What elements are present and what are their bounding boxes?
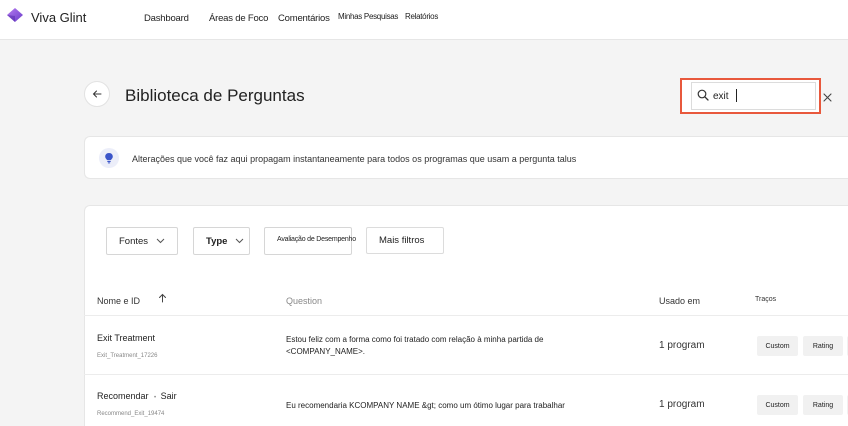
column-header-question: Question	[286, 296, 323, 306]
row-used-in[interactable]: 1 program	[659, 399, 705, 410]
row-question-name-suffix: Sair	[160, 391, 177, 401]
row-question-text-line1: Estou feliz com a forma como foi tratado…	[286, 335, 544, 344]
page-title: Biblioteca de Perguntas	[125, 86, 305, 105]
search-input[interactable]	[713, 87, 803, 105]
filter-type[interactable]: Type	[193, 227, 250, 255]
row-used-in[interactable]: 1 program	[659, 340, 705, 351]
close-icon	[823, 93, 832, 102]
nav-my-surveys[interactable]: Minhas Pesquisas	[338, 12, 398, 21]
nav-focus-areas[interactable]: Áreas de Foco	[209, 13, 268, 24]
more-filters-button[interactable]: Mais filtros	[366, 227, 444, 254]
row-divider	[84, 315, 848, 316]
sort-ascending-icon[interactable]	[158, 293, 167, 303]
search-icon	[697, 89, 709, 101]
nav-comments[interactable]: Comentários	[278, 13, 330, 24]
column-header-used: Usado em	[659, 296, 701, 306]
dot-separator-icon: •	[154, 395, 157, 401]
trait-tag-custom: Custom	[757, 395, 798, 415]
clear-search-button[interactable]	[823, 90, 832, 104]
top-bar: Viva Glint Dashboard Áreas de Foco Comen…	[0, 0, 848, 40]
lightbulb-icon	[99, 148, 119, 168]
row-question-text-line1: Eu recomendaria KCOMPANY NAME &gt; como …	[286, 401, 565, 410]
row-divider	[84, 374, 848, 375]
nav-dashboard[interactable]: Dashboard	[144, 13, 189, 24]
filter-fontes-label: Fontes	[119, 235, 149, 247]
app-brand[interactable]: Viva Glint	[31, 10, 86, 25]
filter-avaliacao-desempenho[interactable]: Avaliação de Desempenho	[264, 227, 356, 255]
row-question-id: Exit_Treatment_17226	[97, 353, 158, 359]
row-question-name-main: Recomendar	[97, 391, 149, 401]
filter-fontes[interactable]: Fontes	[106, 227, 178, 255]
text-caret	[736, 89, 737, 102]
info-text: Alterações que você faz aqui propagam in…	[132, 154, 577, 164]
viva-glint-logo-icon	[7, 8, 23, 22]
more-filters-label: Mais filtros	[379, 235, 425, 246]
row-question-text-line2: <COMPANY_NAME>.	[286, 347, 365, 356]
back-button[interactable]	[84, 81, 110, 107]
row-question-id: Recommend_Exit_19474	[97, 411, 165, 417]
trait-tag-rating: Rating	[803, 336, 843, 356]
trait-tag-rating: Rating	[803, 395, 843, 415]
row-question-name[interactable]: Recomendar • Sair	[97, 391, 177, 401]
arrow-left-icon	[92, 90, 102, 98]
nav-reports[interactable]: Relatórios	[405, 12, 438, 21]
chevron-down-icon	[156, 238, 165, 244]
filter-avaliacao-label: Avaliação de Desempenho	[277, 236, 356, 243]
filter-type-label: Type	[206, 235, 228, 247]
column-header-name[interactable]: Nome e ID	[97, 296, 140, 306]
row-question-name[interactable]: Exit Treatment	[97, 333, 155, 343]
trait-tag-custom: Custom	[757, 336, 798, 356]
chevron-down-icon	[236, 238, 244, 244]
column-header-traits: Traços	[755, 296, 777, 303]
